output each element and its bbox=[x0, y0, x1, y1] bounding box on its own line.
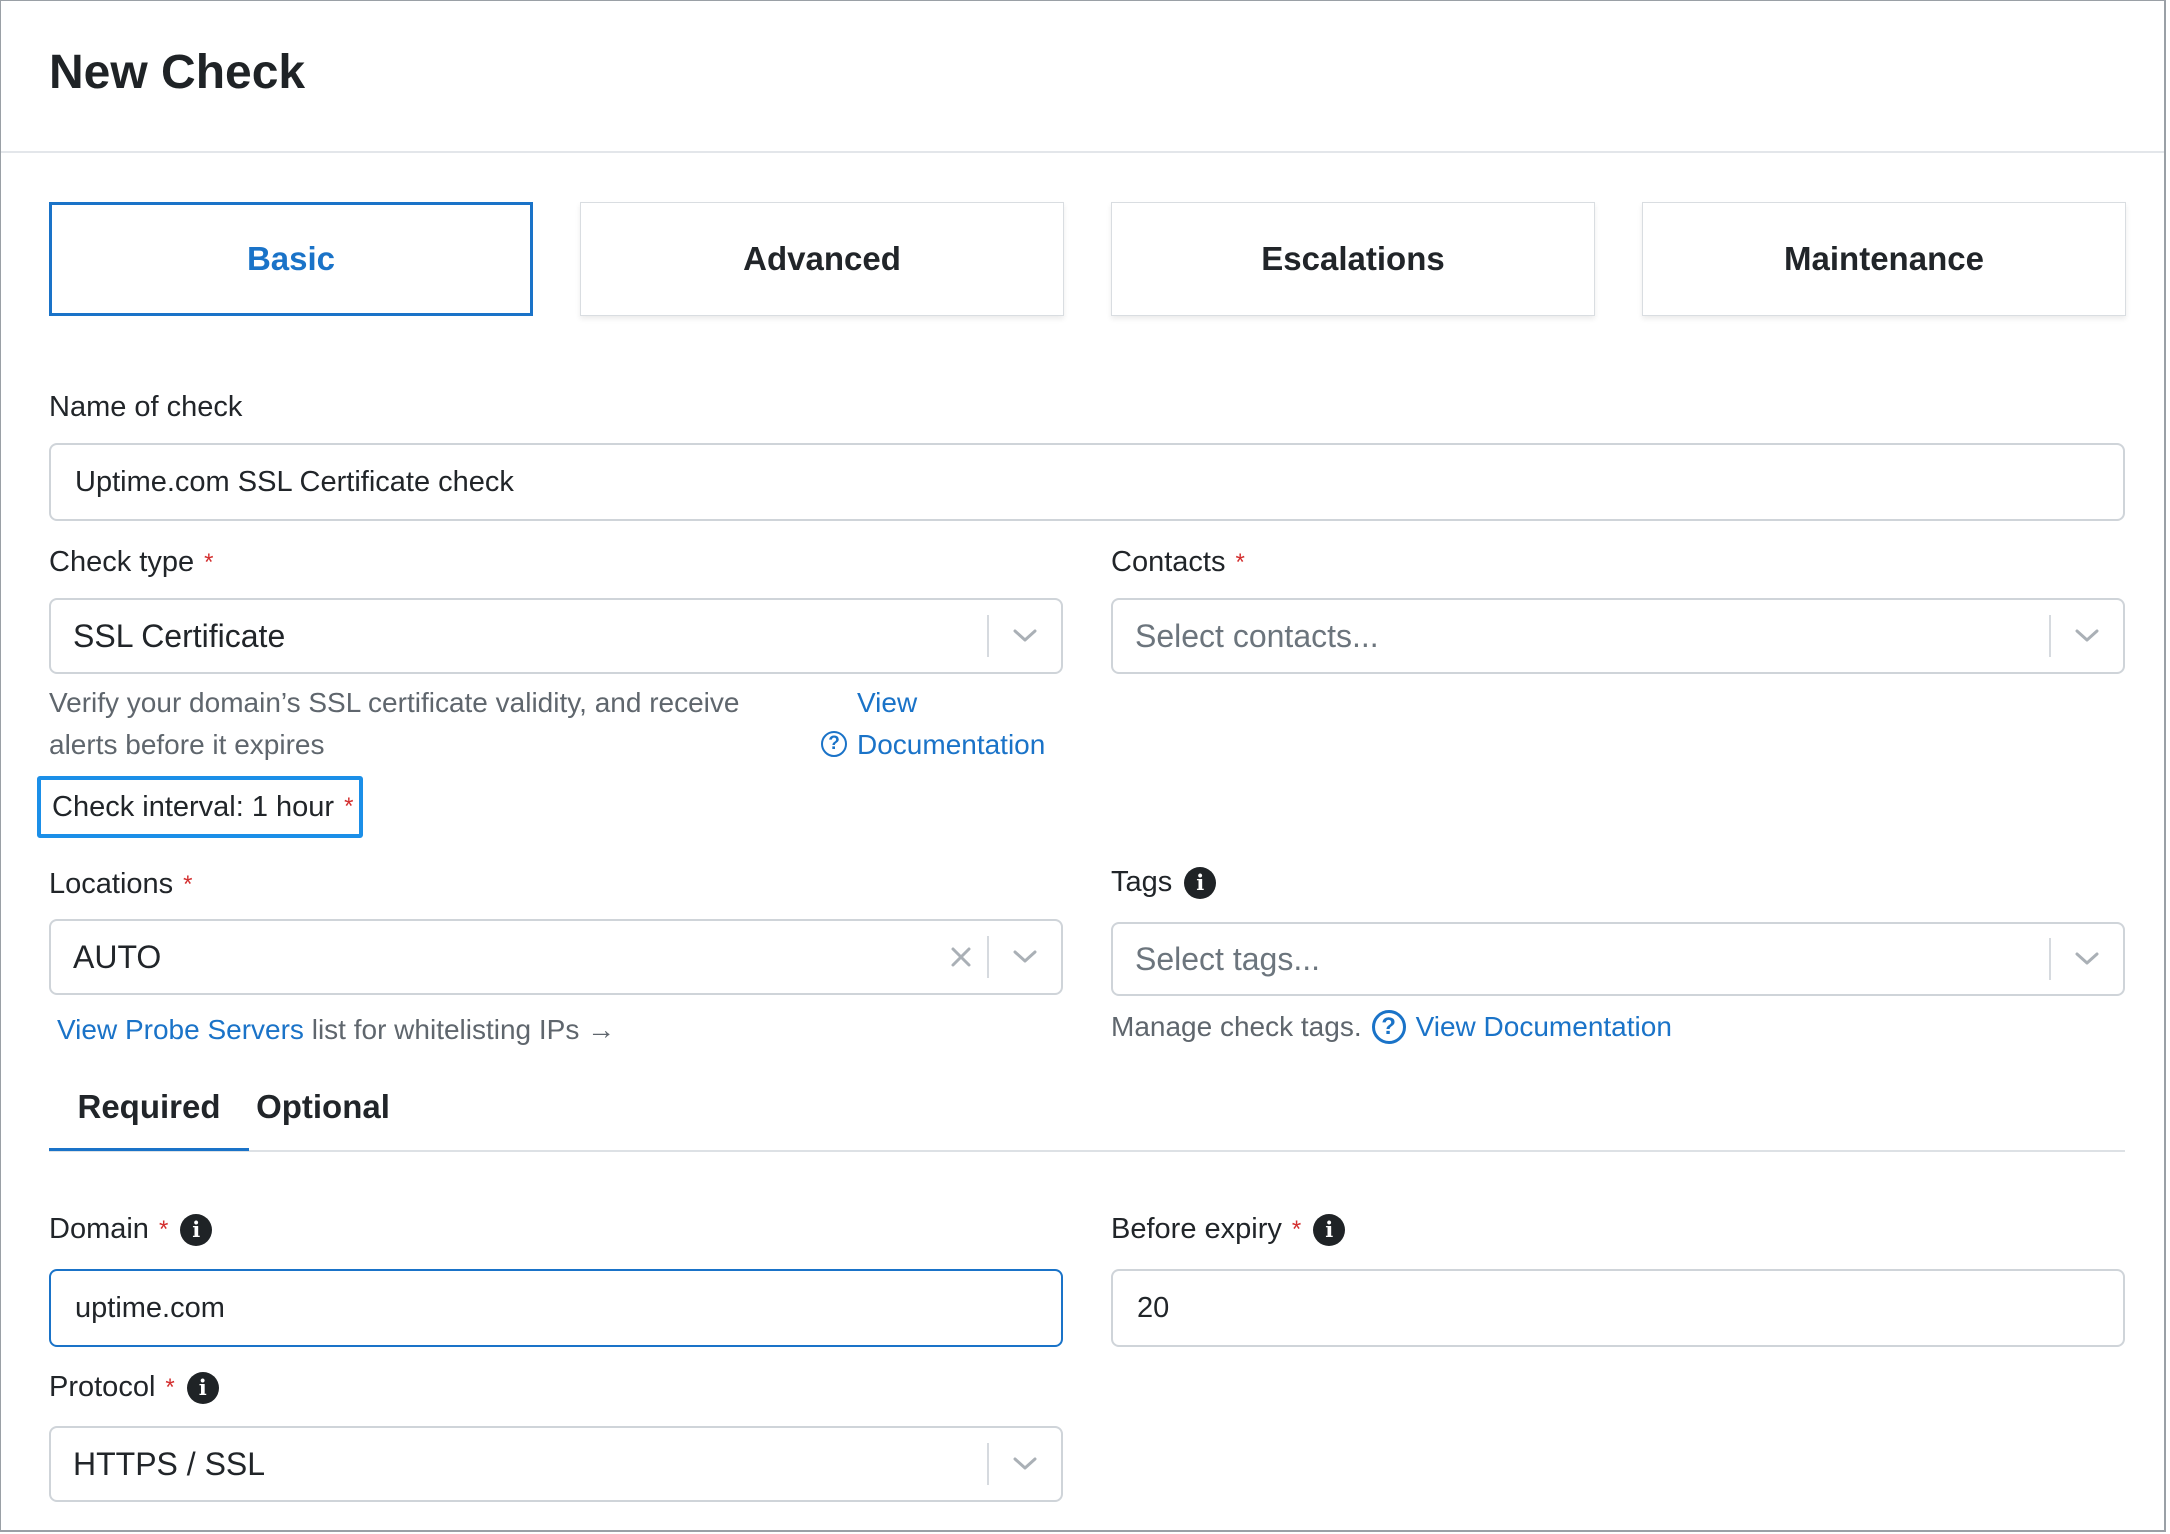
before-expiry-value: 20 bbox=[1137, 1291, 1170, 1324]
tab-maintenance[interactable]: Maintenance bbox=[1642, 202, 2126, 316]
check-type-label-text: Check type bbox=[49, 546, 195, 578]
before-expiry-label: Before expiry * i bbox=[1111, 1213, 1346, 1246]
probe-servers-help: View Probe Servers list for whitelisting… bbox=[57, 1009, 615, 1051]
locations-select[interactable]: AUTO bbox=[49, 919, 1063, 995]
name-input-value: Uptime.com SSL Certificate check bbox=[75, 465, 514, 498]
page-title: New Check bbox=[49, 46, 306, 99]
tags-placeholder: Select tags... bbox=[1135, 940, 1320, 977]
page-header: New Check bbox=[1, 1, 2164, 153]
tab-advanced[interactable]: Advanced bbox=[580, 202, 1064, 316]
required-marker: * bbox=[183, 870, 193, 898]
protocol-value: HTTPS / SSL bbox=[73, 1445, 266, 1482]
name-label-text: Name of check bbox=[49, 391, 243, 423]
info-icon[interactable]: i bbox=[180, 1213, 213, 1246]
tags-select[interactable]: Select tags... bbox=[1111, 922, 2125, 996]
help-circle-icon: ? bbox=[1371, 1010, 1406, 1044]
check-type-doc: ? View Documentation bbox=[821, 682, 1045, 766]
protocol-select[interactable]: HTTPS / SSL bbox=[49, 1426, 1063, 1502]
tags-help-text: Manage check tags. bbox=[1111, 1011, 1362, 1042]
contacts-label: Contacts * bbox=[1111, 546, 1245, 579]
required-marker: * bbox=[1291, 1215, 1302, 1243]
domain-input[interactable]: uptime.com bbox=[49, 1269, 1063, 1347]
help-circle-icon: ? bbox=[821, 731, 847, 757]
check-type-select[interactable]: SSL Certificate bbox=[49, 598, 1063, 674]
doc-link-line1[interactable]: View bbox=[857, 687, 917, 718]
name-input[interactable]: Uptime.com SSL Certificate check bbox=[49, 443, 2125, 521]
locations-label-text: Locations bbox=[49, 868, 174, 900]
new-check-panel: New Check Basic Advanced Escalations Mai… bbox=[0, 0, 2166, 1532]
check-type-label: Check type * bbox=[49, 546, 213, 579]
chevron-down-icon[interactable] bbox=[989, 600, 1061, 672]
check-type-doc-row: ? View Documentation bbox=[821, 682, 1045, 766]
chevron-down-icon[interactable] bbox=[989, 921, 1061, 993]
required-marker: * bbox=[158, 1215, 169, 1243]
locations-value: AUTO bbox=[73, 938, 162, 975]
tab-basic[interactable]: Basic bbox=[49, 202, 533, 316]
name-label: Name of check bbox=[49, 391, 242, 424]
required-marker: * bbox=[1235, 548, 1245, 576]
domain-input-value: uptime.com bbox=[75, 1291, 225, 1324]
info-icon[interactable]: i bbox=[186, 1371, 219, 1404]
probe-servers-link[interactable]: View Probe Servers bbox=[57, 1014, 304, 1045]
doc-link-line2[interactable]: Documentation bbox=[857, 729, 1045, 760]
info-icon[interactable]: i bbox=[1184, 866, 1217, 899]
before-expiry-label-text: Before expiry bbox=[1111, 1213, 1282, 1245]
domain-label: Domain * i bbox=[49, 1213, 213, 1246]
chevron-down-icon[interactable] bbox=[2051, 924, 2123, 994]
domain-label-text: Domain bbox=[49, 1213, 149, 1245]
tags-doc-link[interactable]: View Documentation bbox=[1416, 1006, 1672, 1048]
required-marker: * bbox=[344, 793, 354, 820]
contacts-label-text: Contacts bbox=[1111, 546, 1226, 578]
tags-label-text: Tags bbox=[1111, 866, 1173, 898]
protocol-label-text: Protocol bbox=[49, 1371, 156, 1403]
required-marker: * bbox=[204, 548, 214, 576]
locations-label: Locations * bbox=[49, 868, 193, 901]
tags-label: Tags i bbox=[1111, 866, 1217, 899]
check-interval-text: Check interval: 1 hour bbox=[52, 790, 335, 823]
probe-servers-text: list for whitelisting IPs → bbox=[311, 1014, 616, 1045]
contacts-placeholder: Select contacts... bbox=[1135, 617, 1379, 654]
before-expiry-input[interactable]: 20 bbox=[1111, 1269, 2125, 1347]
chevron-down-icon[interactable] bbox=[2051, 600, 2123, 672]
check-type-value: SSL Certificate bbox=[73, 617, 286, 654]
tab-escalations[interactable]: Escalations bbox=[1111, 202, 1595, 316]
check-type-doc-link[interactable]: View Documentation bbox=[857, 682, 1045, 766]
check-type-help: Verify your domain’s SSL certificate val… bbox=[49, 687, 740, 760]
check-interval-label: Check interval: 1 hour * bbox=[37, 776, 363, 838]
contacts-select[interactable]: Select contacts... bbox=[1111, 598, 2125, 674]
protocol-label: Protocol * i bbox=[49, 1371, 219, 1404]
clear-icon[interactable] bbox=[935, 921, 987, 993]
subtabs: Required Optional bbox=[49, 1076, 2125, 1152]
subtab-required[interactable]: Required bbox=[49, 1076, 249, 1151]
chevron-down-icon[interactable] bbox=[989, 1428, 1061, 1500]
required-marker: * bbox=[165, 1373, 175, 1401]
tags-help: Manage check tags. ? View Documentation bbox=[1111, 1006, 1672, 1048]
info-icon[interactable]: i bbox=[1313, 1213, 1346, 1246]
subtab-optional[interactable]: Optional bbox=[249, 1076, 397, 1148]
